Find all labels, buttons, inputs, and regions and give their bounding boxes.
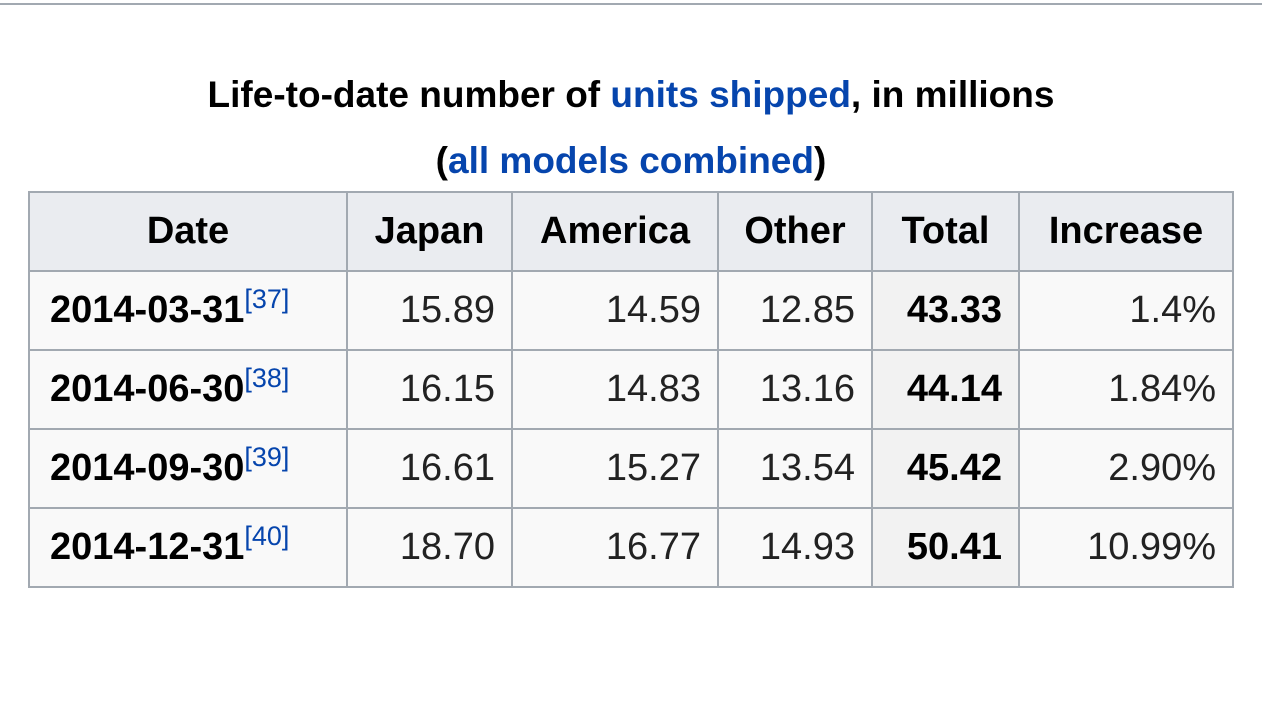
caption-close-paren: ) xyxy=(813,140,827,181)
reference-link[interactable]: [38] xyxy=(244,363,289,393)
caption-open-paren: ( xyxy=(435,140,448,181)
date-value: 2014-06-30 xyxy=(50,368,245,410)
table-row: 2014-03-31[37] 15.89 14.59 12.85 43.33 1… xyxy=(28,270,1234,351)
units-shipped-table: Date Japan America Other Total Increase … xyxy=(28,191,1234,588)
reference-link[interactable]: [39] xyxy=(244,442,289,472)
header-other: Other xyxy=(717,191,873,272)
top-divider xyxy=(0,3,1262,5)
header-total: Total xyxy=(871,191,1020,272)
date-value: 2014-03-31 xyxy=(50,289,245,331)
japan-cell: 15.89 xyxy=(346,270,513,351)
america-cell: 14.83 xyxy=(511,349,719,430)
japan-cell: 16.61 xyxy=(346,428,513,509)
reference-link[interactable]: [40] xyxy=(244,521,289,551)
japan-cell: 16.15 xyxy=(346,349,513,430)
japan-cell: 18.70 xyxy=(346,507,513,588)
header-row: Date Japan America Other Total Increase xyxy=(28,191,1234,272)
table-row: 2014-09-30[39] 16.61 15.27 13.54 45.42 2… xyxy=(28,428,1234,509)
date-cell: 2014-03-31[37] xyxy=(28,270,348,351)
america-cell: 14.59 xyxy=(511,270,719,351)
all-models-combined-link[interactable]: all models combined xyxy=(448,140,814,181)
total-cell: 50.41 xyxy=(871,507,1020,588)
other-cell: 14.93 xyxy=(717,507,873,588)
other-cell: 12.85 xyxy=(717,270,873,351)
header-date: Date xyxy=(28,191,348,272)
caption-line-2: (all models combined) xyxy=(30,128,1232,194)
table-caption: Life-to-date number of units shipped, in… xyxy=(30,62,1232,194)
increase-cell: 1.84% xyxy=(1018,349,1234,430)
america-cell: 16.77 xyxy=(511,507,719,588)
other-cell: 13.54 xyxy=(717,428,873,509)
caption-suffix: , in millions xyxy=(850,74,1055,115)
header-increase: Increase xyxy=(1018,191,1234,272)
table-row: 2014-06-30[38] 16.15 14.83 13.16 44.14 1… xyxy=(28,349,1234,430)
reference-link[interactable]: [37] xyxy=(244,284,289,314)
date-value: 2014-09-30 xyxy=(50,447,245,489)
total-cell: 44.14 xyxy=(871,349,1020,430)
total-cell: 43.33 xyxy=(871,270,1020,351)
units-shipped-link[interactable]: units shipped xyxy=(610,74,851,115)
header-japan: Japan xyxy=(346,191,513,272)
date-cell: 2014-09-30[39] xyxy=(28,428,348,509)
date-value: 2014-12-31 xyxy=(50,526,245,568)
increase-cell: 1.4% xyxy=(1018,270,1234,351)
date-cell: 2014-12-31[40] xyxy=(28,507,348,588)
date-cell: 2014-06-30[38] xyxy=(28,349,348,430)
header-america: America xyxy=(511,191,719,272)
table-row: 2014-12-31[40] 18.70 16.77 14.93 50.41 1… xyxy=(28,507,1234,588)
caption-prefix: Life-to-date number of xyxy=(207,74,611,115)
increase-cell: 2.90% xyxy=(1018,428,1234,509)
america-cell: 15.27 xyxy=(511,428,719,509)
total-cell: 45.42 xyxy=(871,428,1020,509)
caption-line-1: Life-to-date number of units shipped, in… xyxy=(30,62,1232,128)
increase-cell: 10.99% xyxy=(1018,507,1234,588)
other-cell: 13.16 xyxy=(717,349,873,430)
